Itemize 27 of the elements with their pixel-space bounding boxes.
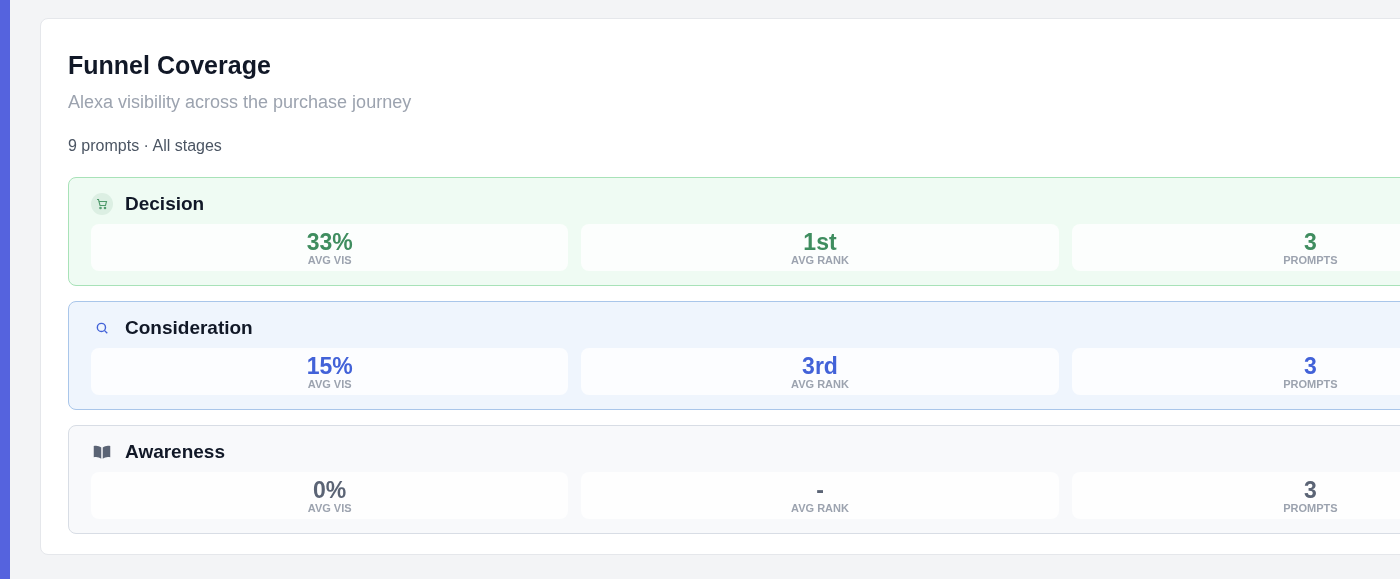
metric-value: 3rd <box>802 353 838 378</box>
metric-label: AVG RANK <box>791 377 849 390</box>
metric-label: AVG RANK <box>791 253 849 266</box>
metric-label: PROMPTS <box>1283 501 1338 514</box>
metric-label: AVG VIS <box>307 377 352 390</box>
metric-label: PROMPTS <box>1283 377 1338 390</box>
metric-label: AVG VIS <box>307 501 352 514</box>
cart-icon <box>96 198 108 210</box>
card-title: Funnel Coverage <box>68 50 272 81</box>
metric-value: 0% <box>313 477 347 502</box>
stage-name: Decision <box>125 191 205 216</box>
metric-value: 33% <box>306 229 353 254</box>
metric-value: 3 <box>1303 353 1317 378</box>
metric-value: 15% <box>306 353 353 378</box>
book-icon <box>93 444 111 460</box>
metric-label: AVG RANK <box>791 501 849 514</box>
metric-label: AVG VIS <box>307 253 352 266</box>
metric-value: 3 <box>1303 229 1317 254</box>
metric-value: - <box>816 477 824 502</box>
stage-name: Consideration <box>125 315 253 340</box>
metric-value: 3 <box>1303 477 1317 502</box>
card-subtitle: Alexa visibility across the purchase journey <box>68 91 413 114</box>
metric-value: 1st <box>803 229 837 254</box>
search-icon <box>95 321 109 335</box>
metric-label: PROMPTS <box>1283 253 1338 266</box>
stage-name: Awareness <box>125 439 225 464</box>
summary-text: 9 prompts · All stages <box>68 136 223 156</box>
